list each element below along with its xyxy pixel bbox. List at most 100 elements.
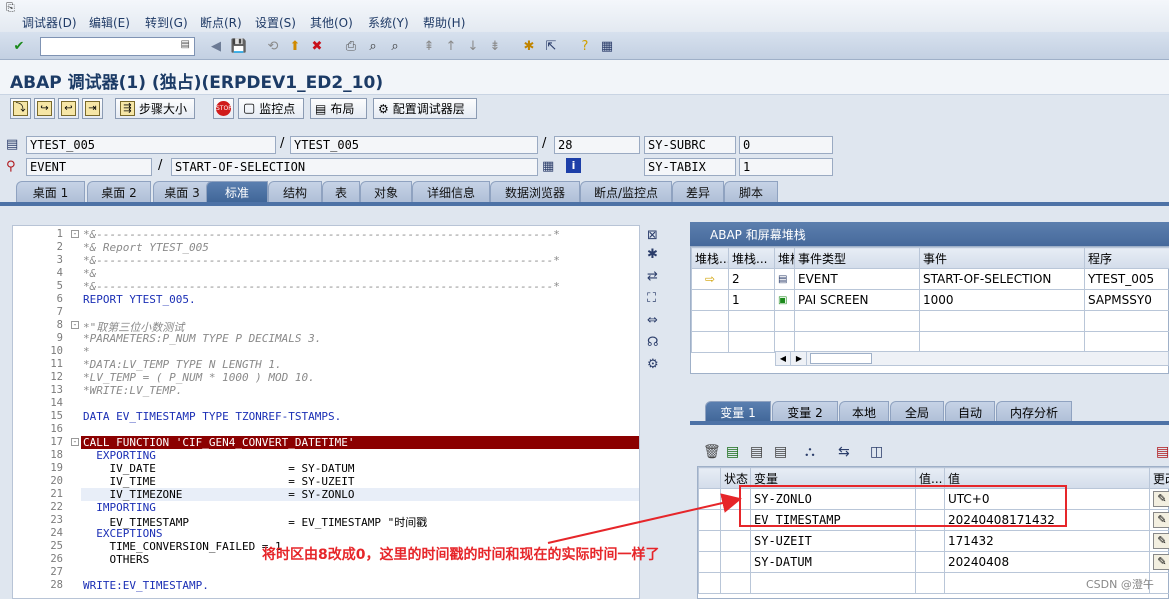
tab-diff[interactable]: 差异 (672, 181, 724, 203)
code-line[interactable]: OTHERS (83, 553, 149, 566)
step-size-button[interactable]: ⇶ 步骤大小 (115, 98, 195, 119)
shortcut-icon[interactable]: ⇱ (542, 37, 560, 55)
col-program[interactable]: 程序 (1084, 247, 1169, 269)
single-step-button[interactable]: ⤵ (10, 98, 31, 119)
headset-icon[interactable]: ☊ (647, 335, 659, 350)
col-event[interactable]: 事件 (919, 247, 1085, 269)
menu-debugger[interactable]: 调试器(D) (22, 14, 77, 31)
back-icon[interactable]: ⟲ (264, 37, 282, 55)
tab-local[interactable]: 本地 (839, 401, 889, 423)
swap-tool-icon[interactable]: ⇄ (647, 269, 658, 284)
code-line[interactable]: IV_TIME = SY-UZEIT (83, 475, 354, 488)
fold-toggle-icon[interactable]: - (71, 230, 79, 238)
code-line[interactable]: TIME_CONVERSION_FAILED = 1 (83, 540, 281, 553)
menu-goto[interactable]: 转到(G) (145, 14, 188, 31)
new-session-icon[interactable]: ✱ (520, 37, 538, 55)
edit-pencil-icon[interactable]: ✎ (1153, 512, 1169, 528)
code-line[interactable]: *& (83, 267, 96, 280)
code-line[interactable]: CALL FUNCTION 'CIF_GEN4_CONVERT_DATETIME… (83, 436, 355, 449)
col-change[interactable]: 更改 (1149, 467, 1169, 489)
first-page-icon[interactable]: ⇞ (420, 37, 438, 55)
scroll-right-icon[interactable]: ▶ (792, 352, 807, 365)
tab-script[interactable]: 脚本 (724, 181, 778, 203)
horizontal-scrollbar[interactable]: ◀ ▶ (775, 351, 1169, 366)
menu-help[interactable]: 帮助(H) (423, 14, 465, 31)
edit-pencil-icon[interactable]: ✎ (1153, 491, 1169, 507)
layout-menu-icon[interactable]: ▦ (598, 37, 616, 55)
tab-variables-1[interactable]: 变量 1 (705, 401, 771, 423)
next-page-icon[interactable]: ↓ (464, 37, 482, 55)
resize-icon[interactable]: ⇔ (647, 313, 658, 328)
prev-page-icon[interactable]: ↑ (442, 37, 460, 55)
load-icon[interactable]: ▤ (726, 444, 739, 460)
tab-breakpoints[interactable]: 断点/监控点 (580, 181, 672, 203)
exit-icon[interactable]: ⬆ (286, 37, 304, 55)
menu-settings[interactable]: 设置(S) (255, 14, 296, 31)
table-row[interactable]: SY-UZEIT 171432 ✎ (698, 530, 1169, 552)
code-line[interactable]: IMPORTING (83, 501, 156, 514)
save-list-icon[interactable]: ▤ (750, 444, 763, 460)
code-line[interactable]: WRITE:EV_TIMESTAMP. (83, 579, 209, 592)
system-menu-icon[interactable]: ⎘ (6, 1, 15, 15)
tab-desktop-1[interactable]: 桌面 1 (16, 181, 85, 203)
col-stack-level[interactable]: 堆栈... (691, 247, 729, 269)
save-icon[interactable]: 💾 (230, 37, 248, 55)
edit-pencil-icon[interactable]: ✎ (1153, 533, 1169, 549)
code-line[interactable]: *&--------------------------------------… (83, 254, 560, 267)
table-row[interactable]: 1 ▣ PAI SCREEN 1000 SAPMSSY0 (691, 289, 1169, 311)
menu-system[interactable]: 系统(Y) (368, 14, 409, 31)
menu-edit[interactable]: 编辑(E) (89, 14, 130, 31)
code-line[interactable]: IV_DATE = SY-DATUM (83, 462, 354, 475)
code-line[interactable]: EXPORTING (83, 449, 156, 462)
command-field[interactable]: ▤ (40, 37, 195, 56)
col-event-type[interactable]: 事件类型 (794, 247, 920, 269)
navigate-icon[interactable]: ⇆ (838, 444, 850, 460)
print-icon[interactable]: ⎙ (342, 37, 360, 55)
close-icon[interactable]: ⊠ (647, 228, 658, 243)
tab-structure[interactable]: 结构 (268, 181, 322, 203)
code-line[interactable]: *&--------------------------------------… (83, 228, 560, 241)
code-line[interactable]: *WRITE:LV_TEMP. (83, 384, 182, 397)
last-page-icon[interactable]: ⇟ (486, 37, 504, 55)
cancel-icon[interactable]: ✖ (308, 37, 326, 55)
calculator-icon[interactable]: ▦ (542, 159, 554, 174)
maximize-icon[interactable]: ⛶ (647, 291, 656, 306)
col-stack-type[interactable]: 堆栈 (774, 247, 795, 269)
code-line[interactable]: *DATA:LV_TEMP TYPE N LENGTH 1. (83, 358, 282, 371)
table-row[interactable]: ⇨ 2 ▤ EVENT START-OF-SELECTION YTEST_005 (691, 268, 1169, 290)
select-icon[interactable]: ◫ (870, 444, 883, 460)
stop-button[interactable]: STOP (213, 98, 234, 119)
code-line[interactable]: *LV_TEMP = ( P_NUM * 1000 ) MOD 10. (83, 371, 315, 384)
hierarchy-icon[interactable]: ⛬ (805, 444, 815, 460)
continue-button[interactable]: ⇥ (82, 98, 103, 119)
return-button[interactable]: ↩ (58, 98, 79, 119)
tab-variables-2[interactable]: 变量 2 (772, 401, 838, 423)
history-icon[interactable]: ▤ (181, 39, 190, 50)
scroll-thumb[interactable] (810, 353, 872, 364)
code-line[interactable]: REPORT YTEST_005. (83, 293, 196, 306)
tab-object[interactable]: 对象 (360, 181, 412, 203)
help-icon[interactable]: ? (576, 37, 594, 55)
tab-desktop-3[interactable]: 桌面 3 (153, 181, 211, 203)
tab-global[interactable]: 全局 (890, 401, 944, 423)
execute-step-button[interactable]: ↪ (34, 98, 55, 119)
tab-auto[interactable]: 自动 (945, 401, 995, 423)
info-icon[interactable]: i (566, 158, 581, 173)
col-stack-depth[interactable]: 堆栈... (728, 247, 775, 269)
find-icon[interactable]: ⌕ (364, 37, 382, 55)
menu-breakpoint[interactable]: 断点(R) (200, 14, 242, 31)
delete-icon[interactable]: 🗑 (703, 444, 721, 460)
code-line[interactable]: DATA EV_TIMESTAMP TYPE TZONREF-TSTAMPS. (83, 410, 341, 423)
tab-desktop-2[interactable]: 桌面 2 (87, 181, 151, 203)
watchpoint-button[interactable]: ▢ 监控点 (238, 98, 304, 119)
code-line[interactable]: *PARAMETERS:P_NUM TYPE P DECIMALS 3. (83, 332, 321, 345)
tab-data-browser[interactable]: 数据浏览器 (490, 181, 580, 203)
enter-check-icon[interactable]: ✔ (10, 37, 28, 55)
fold-toggle-icon[interactable]: - (71, 438, 79, 446)
scroll-left-icon[interactable]: ◀ (776, 352, 791, 365)
new-tool-icon[interactable]: ✱ (647, 247, 658, 262)
fold-toggle-icon[interactable]: - (71, 321, 79, 329)
services-icon[interactable]: ⚙ (647, 357, 659, 372)
more-icon[interactable]: ▤ (1156, 444, 1169, 460)
code-line[interactable]: IV_TIMEZONE = SY-ZONLO (83, 488, 354, 501)
